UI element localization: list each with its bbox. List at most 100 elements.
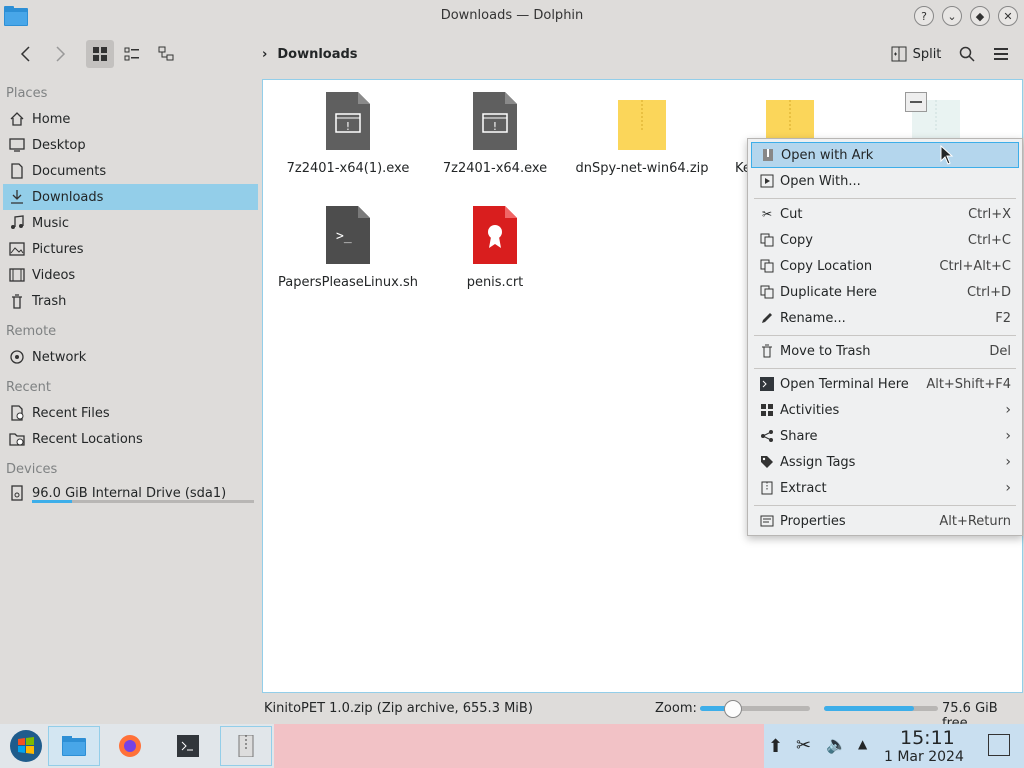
context-menu: Open with Ark Open With... ✂ Cut Ctrl+X … xyxy=(747,138,1023,536)
free-space-fill xyxy=(824,706,915,711)
sidebar-item-home[interactable]: Home xyxy=(3,106,258,132)
grid-icon xyxy=(93,47,107,61)
help-button[interactable]: ? xyxy=(914,6,934,26)
share-icon xyxy=(759,428,775,444)
menu-item-extract[interactable]: Extract › xyxy=(751,475,1019,501)
show-desktop-button[interactable] xyxy=(988,734,1010,756)
split-label: Split xyxy=(912,46,942,62)
forward-button[interactable] xyxy=(46,40,74,68)
trash-icon xyxy=(759,343,775,359)
taskbar-terminal[interactable] xyxy=(162,726,214,766)
menu-item-duplicate-here[interactable]: Duplicate Here Ctrl+D xyxy=(751,279,1019,305)
sidebar-item-downloads[interactable]: Downloads xyxy=(3,184,258,210)
sidebar-item-music[interactable]: Music xyxy=(3,210,258,236)
menu-item-label: Open with Ark xyxy=(781,147,874,163)
menu-item-share[interactable]: Share › xyxy=(751,423,1019,449)
menu-item-assign-tags[interactable]: Assign Tags › xyxy=(751,449,1019,475)
submenu-arrow-icon: › xyxy=(1005,402,1011,418)
maximize-button[interactable]: ◆ xyxy=(970,6,990,26)
menu-item-shortcut: Del xyxy=(989,343,1011,359)
menu-item-label: Extract xyxy=(780,480,827,496)
clock-time[interactable]: 15:11 xyxy=(900,727,955,749)
scissors-icon[interactable]: ✂ xyxy=(796,735,811,756)
menu-item-open-terminal-here[interactable]: Open Terminal Here Alt+Shift+F4 xyxy=(751,371,1019,397)
window-title: Downloads — Dolphin xyxy=(440,8,584,23)
file-item-sh[interactable]: >_ PapersPleaseLinux.sh xyxy=(273,206,423,292)
menu-item-label: Rename... xyxy=(780,310,846,326)
icons-view-button[interactable] xyxy=(86,40,114,68)
drive-usage-bar xyxy=(32,500,254,503)
sidebar-item-trash[interactable]: Trash xyxy=(3,288,258,314)
selection-toggle-button[interactable] xyxy=(905,92,927,112)
close-button[interactable]: ✕ xyxy=(998,6,1018,26)
menu-item-open-with-ark[interactable]: Open with Ark xyxy=(751,142,1019,168)
split-button[interactable]: Split xyxy=(888,40,944,68)
zoom-slider[interactable] xyxy=(700,700,810,718)
file-item-exe[interactable]: ! 7z2401-x64(1).exe xyxy=(273,92,423,178)
menu-item-move-to-trash[interactable]: Move to Trash Del xyxy=(751,338,1019,364)
file-item-zip[interactable]: dnSpy-net-win64.zip xyxy=(567,92,717,178)
sidebar-item-recent-files[interactable]: Recent Files xyxy=(3,400,258,426)
svg-text:!: ! xyxy=(346,120,350,133)
svg-text:>_: >_ xyxy=(336,229,352,244)
menu-item-copy[interactable]: Copy Ctrl+C xyxy=(751,227,1019,253)
videos-icon xyxy=(9,267,25,283)
file-item-exe[interactable]: ! 7z2401-x64.exe xyxy=(420,92,570,178)
menu-item-shortcut: Ctrl+D xyxy=(966,284,1011,300)
menu-item-shortcut: Ctrl+X xyxy=(968,206,1011,222)
sidebar-item-pictures[interactable]: Pictures xyxy=(3,236,258,262)
details-view-button[interactable] xyxy=(152,40,180,68)
search-button[interactable] xyxy=(954,40,980,68)
menu-separator xyxy=(754,198,1016,199)
taskbar-ark[interactable] xyxy=(220,726,272,766)
menu-item-shortcut: Alt+Return xyxy=(939,513,1011,529)
taskbar-firefox[interactable] xyxy=(104,726,156,766)
taskbar-dolphin[interactable] xyxy=(48,726,100,766)
breadcrumb-current[interactable]: Downloads xyxy=(277,47,357,62)
sidebar-item-recent-locations[interactable]: Recent Locations xyxy=(3,426,258,452)
volume-icon[interactable]: 🔈 xyxy=(826,735,847,755)
breadcrumb[interactable]: › Downloads xyxy=(262,47,358,62)
menu-separator xyxy=(754,505,1016,506)
toolbar: › Downloads Split xyxy=(0,34,1024,76)
menu-item-shortcut: Alt+Shift+F4 xyxy=(926,376,1011,392)
activities-icon xyxy=(759,402,775,418)
compact-view-button[interactable] xyxy=(118,40,146,68)
tray-expand-icon[interactable]: ▲ xyxy=(858,737,867,751)
scissors-icon: ✂ xyxy=(761,207,773,221)
submenu-arrow-icon: › xyxy=(1005,454,1011,470)
places-panel: Places Home Desktop Documents Downloads … xyxy=(0,80,262,692)
menu-item-rename[interactable]: Rename... F2 xyxy=(751,305,1019,331)
menu-item-open-with[interactable]: Open With... xyxy=(751,168,1019,194)
hamburger-menu-button[interactable] xyxy=(988,40,1014,68)
menu-item-activities[interactable]: Activities › xyxy=(751,397,1019,423)
file-item-crt[interactable]: penis.crt xyxy=(420,206,570,292)
rename-icon xyxy=(759,310,775,326)
menu-item-properties[interactable]: Properties Alt+Return xyxy=(751,508,1019,534)
menu-item-label: Cut xyxy=(780,206,803,222)
menu-item-cut[interactable]: ✂ Cut Ctrl+X xyxy=(751,201,1019,227)
sidebar-item-label: Pictures xyxy=(32,241,84,257)
sidebar-item-videos[interactable]: Videos xyxy=(3,262,258,288)
sidebar-item-label: Videos xyxy=(32,267,76,283)
tag-icon xyxy=(759,454,775,470)
minimize-button[interactable]: ⌄ xyxy=(942,6,962,26)
sidebar-item-label: 96.0 GiB Internal Drive (sda1) xyxy=(32,485,227,501)
update-icon[interactable]: ⬆ xyxy=(768,736,783,757)
clock-date[interactable]: 1 Mar 2024 xyxy=(884,749,964,765)
file-name: PapersPleaseLinux.sh xyxy=(278,275,418,290)
sidebar-item-desktop[interactable]: Desktop xyxy=(3,132,258,158)
menu-separator xyxy=(754,335,1016,336)
extract-icon xyxy=(759,480,775,496)
back-button[interactable] xyxy=(12,40,40,68)
menu-item-shortcut: Ctrl+Alt+C xyxy=(939,258,1011,274)
home-icon xyxy=(9,111,25,127)
start-menu-button[interactable] xyxy=(0,726,52,766)
minus-icon xyxy=(910,101,922,103)
exe-file-icon: ! xyxy=(473,92,517,150)
sidebar-item-documents[interactable]: Documents xyxy=(3,158,258,184)
mouse-cursor-icon xyxy=(940,145,954,165)
menu-item-copy-location[interactable]: Copy Location Ctrl+Alt+C xyxy=(751,253,1019,279)
sidebar-item-network[interactable]: Network xyxy=(3,344,258,370)
zoom-slider-handle[interactable] xyxy=(724,700,742,718)
